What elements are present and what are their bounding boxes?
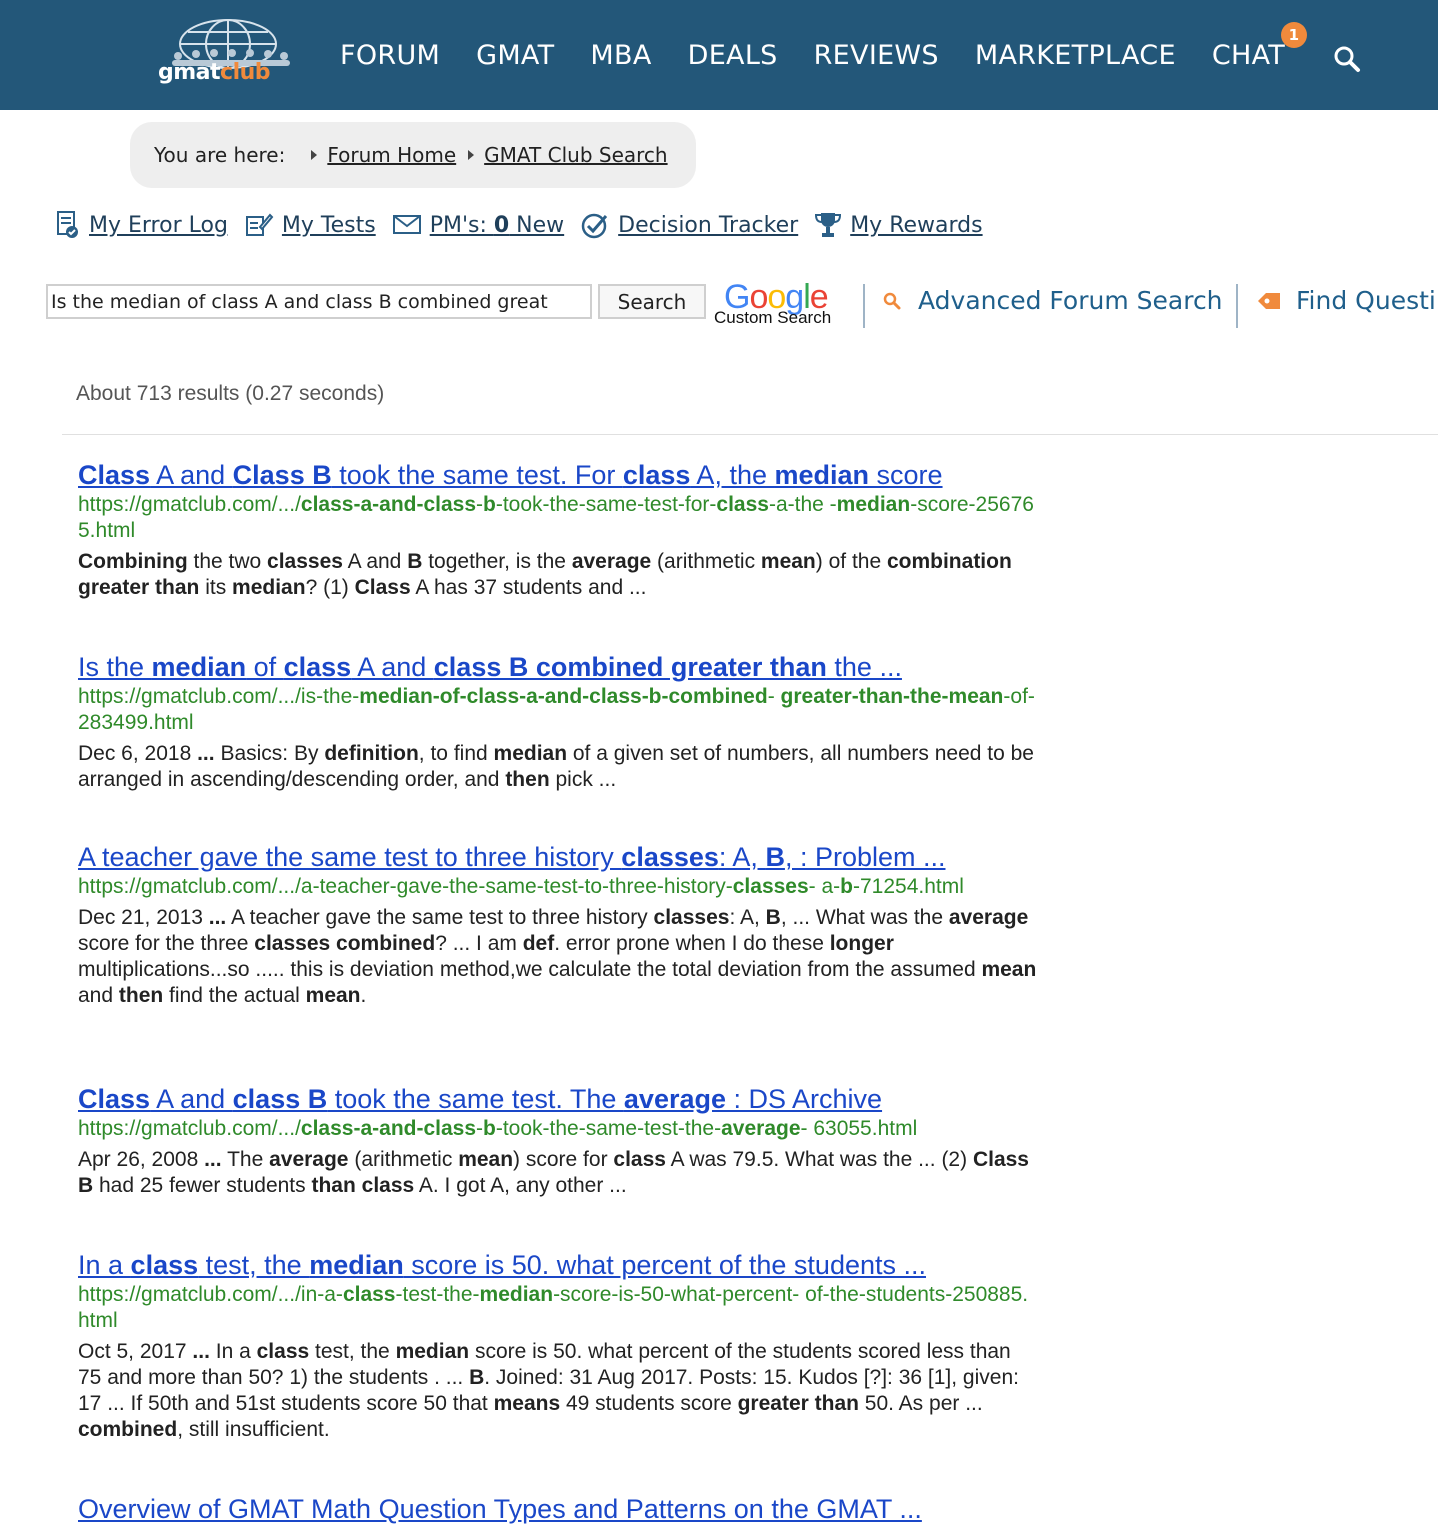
find-questions-link[interactable]: Find Questi [1256,286,1436,315]
google-custom-search-brand: Google Custom Search [714,278,854,330]
gmatclub-logo[interactable]: gmatclub [158,14,298,92]
tool-pms-label: PM's: 0 New [430,213,564,238]
result-snippet: Dec 6, 2018 ... Basics: By definition, t… [78,742,1034,791]
result-title-link[interactable]: Overview of GMAT Math Question Types and… [78,1492,1038,1526]
result-url: https://gmatclub.com/.../in-a-class-test… [78,1283,1029,1332]
mail-icon [392,215,421,234]
advanced-forum-search-label: Advanced Forum Search [918,286,1223,315]
find-questions-label: Find Questi [1296,286,1436,315]
tool-decision-tracker[interactable]: Decision Tracker [580,210,798,240]
result-snippet: Apr 26, 2008 ... The average (arithmetic… [78,1148,1029,1197]
result-title-link[interactable]: Class A and Class B took the same test. … [78,458,1038,492]
divider [1236,284,1238,328]
check-circle-icon [581,213,608,239]
result-snippet: Combining the two classes A and B togeth… [78,550,1012,599]
search-button[interactable]: Search [598,284,706,319]
breadcrumb-forum-home[interactable]: Forum Home [327,143,456,167]
chat-notification-badge: 1 [1281,22,1308,48]
nav-mba[interactable]: MBA [590,40,651,71]
pms-suffix: New [509,212,565,238]
advanced-forum-search-link[interactable]: Advanced Forum Search [882,286,1223,315]
result-url: https://gmatclub.com/.../is-the-median-o… [78,685,1035,734]
result-title-link[interactable]: A teacher gave the same test to three hi… [78,840,1038,874]
search-result: Class A and Class B took the same test. … [78,458,1038,601]
logo-part-club: club [220,60,271,85]
search-result: In a class test, the median score is 50.… [78,1248,1038,1443]
search-input[interactable] [46,284,592,319]
search-result: Is the median of class A and class B com… [78,650,1038,793]
search-result: A teacher gave the same test to three hi… [78,840,1038,1009]
breadcrumb-arrow-icon [468,150,475,160]
result-title-link[interactable]: In a class test, the median score is 50.… [78,1248,1038,1282]
result-url: https://gmatclub.com/.../class-a-and-cla… [78,493,1034,542]
nav-chat-label: CHAT [1211,40,1286,71]
custom-search-label: Custom Search [714,308,832,327]
tool-error-log[interactable]: My Error Log [55,210,228,240]
nav-deals[interactable]: DEALS [688,40,778,71]
result-snippet: Dec 21, 2013 ... A teacher gave the same… [78,906,1037,1007]
pms-count: 0 [493,212,510,238]
nav-reviews[interactable]: REVIEWS [814,40,939,71]
result-title-link[interactable]: Class A and class B took the same test. … [78,1082,1038,1116]
nav-chat[interactable]: CHAT 1 [1211,22,1308,71]
tag-icon [1258,292,1280,309]
result-url: https://gmatclub.com/.../class-a-and-cla… [78,1117,918,1140]
tool-my-tests[interactable]: My Tests [244,211,376,239]
result-url: https://gmatclub.com/.../a-teacher-gave-… [78,875,964,898]
tests-icon [245,213,274,236]
result-title-link[interactable]: Is the median of class A and class B com… [78,650,1038,684]
search-row: Search Google Custom Search Advanced For… [46,278,1438,334]
result-stats: About 713 results (0.27 seconds) [76,382,385,405]
breadcrumb-label: You are here: [154,143,286,167]
tool-pms[interactable]: PM's: 0 New [392,213,564,238]
nav-marketplace[interactable]: MARKETPLACE [975,40,1176,71]
error-log-icon [57,211,78,238]
logo-wordmark: gmatclub [158,60,271,85]
tool-decision-tracker-label: Decision Tracker [618,212,799,238]
tool-my-tests-label: My Tests [281,212,376,238]
main-nav: FORUM GMAT MBA DEALS REVIEWS MARKETPLACE… [340,22,1321,71]
top-navigation-bar: gmatclub FORUM GMAT MBA DEALS REVIEWS MA… [0,0,1438,110]
results-divider [62,434,1438,435]
pms-prefix: PM's: [429,212,494,238]
magnifier-icon [883,292,901,309]
tool-my-rewards[interactable]: My Rewards [814,210,983,240]
divider [863,284,865,328]
breadcrumb-arrow-icon [311,150,318,160]
nav-gmat[interactable]: GMAT [476,40,554,71]
breadcrumb-gmat-club-search[interactable]: GMAT Club Search [484,143,667,167]
nav-forum[interactable]: FORUM [340,40,440,71]
result-snippet: Oct 5, 2017 ... In a class test, the med… [78,1340,1019,1441]
logo-part-gmat: gmat [158,60,221,85]
tool-error-log-label: My Error Log [89,212,228,238]
user-tools-row: My Error Log My Tests PM's: 0 New Decisi… [55,210,999,240]
trophy-icon [815,213,842,237]
search-result: Class A and class B took the same test. … [78,1082,1038,1199]
search-result: Overview of GMAT Math Question Types and… [78,1492,1038,1526]
breadcrumb: You are here: Forum Home GMAT Club Searc… [130,122,696,188]
search-icon[interactable] [1332,44,1362,74]
tool-my-rewards-label: My Rewards [850,212,983,238]
